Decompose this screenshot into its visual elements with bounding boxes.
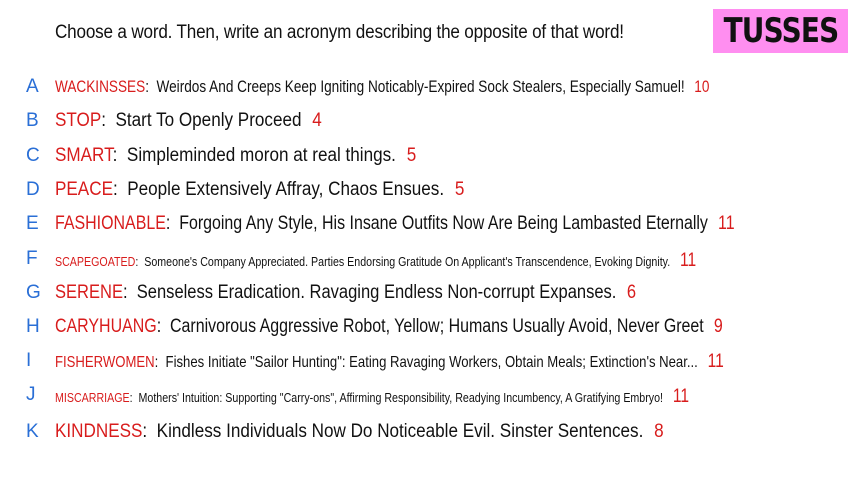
entry-word: SMART <box>55 145 113 166</box>
entry-word: KINDNESS <box>55 421 143 442</box>
entry-text: FASHIONABLE: Forgoing Any Style, His Ins… <box>55 213 735 234</box>
entry-word: PEACE <box>55 179 113 200</box>
entry-row: F SCAPEGOATED: Someone's Company Appreci… <box>0 248 853 271</box>
entry-definition: Mothers' Intuition: Supporting "Carry-on… <box>138 390 664 405</box>
entry-letter: K <box>26 421 39 442</box>
entry-score: 11 <box>707 351 724 372</box>
entry-word: STOP <box>55 110 102 131</box>
entry-row: D PEACE: People Extensively Affray, Chao… <box>0 179 853 201</box>
entry-letter: E <box>26 213 39 234</box>
entry-word: FASHIONABLE <box>55 213 166 234</box>
entry-letter: A <box>26 76 39 97</box>
entry-letter: B <box>26 110 39 131</box>
entry-word: FISHERWOMEN <box>55 354 155 371</box>
entry-score: 6 <box>626 282 637 303</box>
entry-row: J MISCARRIAGE: Mothers' Intuition: Suppo… <box>0 384 853 407</box>
entry-score: 11 <box>717 213 735 234</box>
entry-row: C SMART: Simpleminded moron at real thin… <box>0 145 853 167</box>
entry-score: 10 <box>694 77 710 96</box>
entry-row: B STOP: Start To Openly Proceed 4 <box>0 110 853 132</box>
entry-row: I FISHERWOMEN: Fishes Initiate "Sailor H… <box>0 350 853 372</box>
entry-score: 11 <box>672 386 690 407</box>
entry-score: 8 <box>654 421 664 442</box>
entry-word: SERENE <box>55 282 123 303</box>
entry-letter: J <box>26 384 36 405</box>
entry-text: MISCARRIAGE: Mothers' Intuition: Support… <box>55 386 690 407</box>
entry-word: CARYHUANG <box>55 316 157 337</box>
entry-score: 5 <box>454 179 465 200</box>
entry-score: 11 <box>680 250 697 271</box>
entry-row: E FASHIONABLE: Forgoing Any Style, His I… <box>0 213 853 235</box>
entry-row: G SERENE: Senseless Eradication. Ravagin… <box>0 282 853 304</box>
entry-letter: C <box>26 145 40 166</box>
entry-letter: D <box>26 179 40 200</box>
entry-text: KINDNESS: Kindless Individuals Now Do No… <box>55 421 664 442</box>
entry-score: 4 <box>312 110 322 131</box>
entry-definition: Simpleminded moron at real things. <box>126 145 396 166</box>
entry-definition: Weirdos And Creeps Keep Igniting Noticab… <box>156 77 685 96</box>
entry-definition: People Extensively Affray, Chaos Ensues. <box>127 179 445 200</box>
entry-text: SERENE: Senseless Eradication. Ravaging … <box>55 282 637 303</box>
player-name-badge: TUSSES <box>713 9 848 53</box>
prompt-text: Choose a word. Then, write an acronym de… <box>55 22 624 43</box>
entry-letter: I <box>26 350 32 371</box>
entry-text: STOP: Start To Openly Proceed 4 <box>55 110 322 131</box>
player-name: TUSSES <box>723 11 839 51</box>
entry-row: K KINDNESS: Kindless Individuals Now Do … <box>0 421 853 443</box>
entry-text: CARYHUANG: Carnivorous Aggressive Robot,… <box>55 316 723 337</box>
entry-row: A WACKINSSES: Weirdos And Creeps Keep Ig… <box>0 76 853 98</box>
entry-word: SCAPEGOATED <box>55 254 136 269</box>
entry-text: FISHERWOMEN: Fishes Initiate "Sailor Hun… <box>55 351 724 372</box>
entry-letter: F <box>26 248 38 269</box>
entry-text: SCAPEGOATED: Someone's Company Appreciat… <box>55 250 697 271</box>
entry-definition: Someone's Company Appreciated. Parties E… <box>144 254 671 269</box>
entry-text: WACKINSSES: Weirdos And Creeps Keep Igni… <box>55 77 710 96</box>
entry-text: PEACE: People Extensively Affray, Chaos … <box>55 179 465 200</box>
entry-word: WACKINSSES <box>55 77 146 96</box>
entry-definition: Fishes Initiate "Sailor Hunting": Eating… <box>165 354 698 371</box>
entry-definition: Senseless Eradication. Ravaging Endless … <box>136 282 617 303</box>
entry-definition: Carnivorous Aggressive Robot, Yellow; Hu… <box>170 316 704 337</box>
entry-score: 9 <box>713 316 723 337</box>
entry-text: SMART: Simpleminded moron at real things… <box>55 145 417 166</box>
entry-letter: G <box>26 282 41 303</box>
entry-row: H CARYHUANG: Carnivorous Aggressive Robo… <box>0 316 853 338</box>
entry-definition: Start To Openly Proceed <box>115 110 302 131</box>
entry-score: 5 <box>406 145 417 166</box>
entry-definition: Forgoing Any Style, His Insane Outfits N… <box>179 213 708 234</box>
entry-word: MISCARRIAGE <box>55 390 130 405</box>
entry-definition: Kindless Individuals Now Do Noticeable E… <box>156 421 644 442</box>
entry-letter: H <box>26 316 40 337</box>
